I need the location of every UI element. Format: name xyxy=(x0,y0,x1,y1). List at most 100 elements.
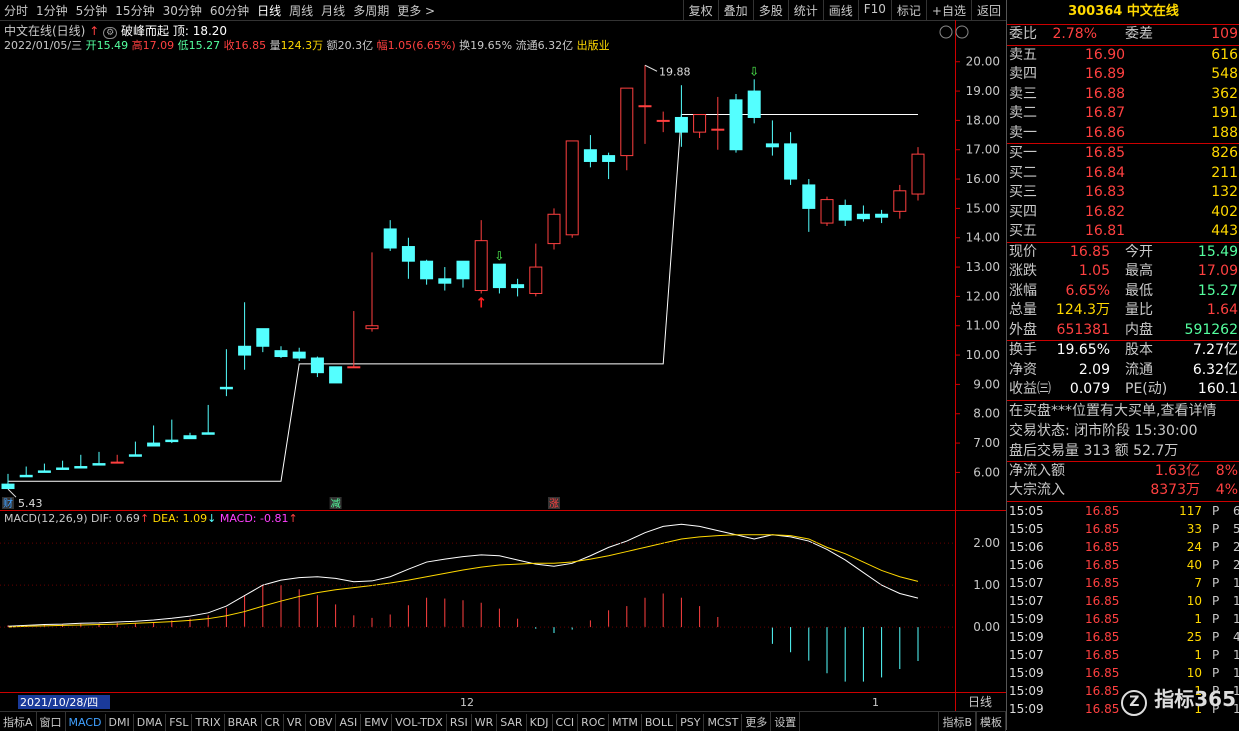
candle-body[interactable] xyxy=(128,454,142,457)
buy-row[interactable]: 买一 16.85 826 xyxy=(1007,144,1239,164)
candle-body[interactable] xyxy=(1,483,15,490)
candle-body[interactable] xyxy=(856,213,870,220)
indicator-tab[interactable]: BOLL xyxy=(642,714,678,731)
candle-body[interactable] xyxy=(693,114,707,133)
candle-body[interactable] xyxy=(183,435,197,440)
indicator-tab[interactable]: SAR xyxy=(497,714,527,731)
toolbar-button[interactable]: 统计 xyxy=(787,0,823,20)
indicator-tab[interactable]: DMA xyxy=(134,714,167,731)
candle-body[interactable] xyxy=(529,266,543,294)
indicator-tab[interactable]: FSL xyxy=(166,714,193,731)
indicator-tab[interactable]: VR xyxy=(284,714,307,731)
indicator-tab[interactable]: VOL-TDX xyxy=(392,714,447,731)
indicator-tab[interactable]: WR xyxy=(472,714,498,731)
indicator-tab[interactable]: MACD xyxy=(66,714,106,731)
candle-body[interactable] xyxy=(765,143,779,148)
indicator-tab[interactable]: KDJ xyxy=(527,714,553,731)
sell-row[interactable]: 卖三 16.88 362 xyxy=(1007,85,1239,105)
indicator-tab[interactable]: EMV xyxy=(361,714,393,731)
period-tab[interactable]: 1分钟 xyxy=(36,2,68,19)
indicator-tab[interactable]: 更多 xyxy=(742,712,772,731)
candle-body[interactable] xyxy=(838,204,852,221)
indicator-tab[interactable]: 设置 xyxy=(771,712,801,731)
indicator-tab[interactable]: CCI xyxy=(553,714,579,731)
candle-body[interactable] xyxy=(747,90,761,118)
candle-body[interactable] xyxy=(784,143,798,180)
settings-circle-icon[interactable] xyxy=(955,25,969,39)
candle-body[interactable] xyxy=(802,184,816,209)
toolbar-button[interactable]: 复权 xyxy=(682,0,718,20)
candle-body[interactable] xyxy=(92,463,106,466)
indicator-tab[interactable]: MCST xyxy=(704,714,743,731)
buy-row[interactable]: 买二 16.84 211 xyxy=(1007,164,1239,184)
candle-body[interactable] xyxy=(238,345,252,356)
candle-body[interactable] xyxy=(674,116,688,133)
indicator-tab[interactable]: ASI xyxy=(336,714,362,731)
candle-body[interactable] xyxy=(165,439,179,443)
period-tab[interactable]: 15分钟 xyxy=(115,2,154,19)
kline-chart[interactable]: 20.0019.0018.0017.0016.0015.0014.0013.00… xyxy=(0,20,1006,711)
candle-body[interactable] xyxy=(711,128,725,131)
indicator-tab[interactable]: 模板 xyxy=(976,712,1006,731)
candle-body[interactable] xyxy=(201,432,215,435)
candle-body[interactable] xyxy=(911,153,925,195)
candle-body[interactable] xyxy=(875,213,889,218)
period-tab[interactable]: 60分钟 xyxy=(210,2,249,19)
toolbar-button[interactable]: F10 xyxy=(857,0,891,20)
toolbar-button[interactable]: +自选 xyxy=(925,0,971,20)
indicator-tab[interactable]: 窗口 xyxy=(37,712,66,731)
indicator-tab[interactable]: TRIX xyxy=(192,714,225,731)
candle-body[interactable] xyxy=(820,199,834,224)
indicator-tab[interactable]: CR xyxy=(262,714,284,731)
candle-body[interactable] xyxy=(583,149,597,162)
period-tab[interactable]: 分时 xyxy=(4,2,28,19)
indicator-tab[interactable]: OBV xyxy=(306,714,337,731)
candle-body[interactable] xyxy=(511,284,525,289)
buy-row[interactable]: 买四 16.82 402 xyxy=(1007,203,1239,223)
toolbar-button[interactable]: 画线 xyxy=(822,0,858,20)
candle-body[interactable] xyxy=(256,328,270,347)
period-tab[interactable]: 30分钟 xyxy=(163,2,202,19)
candle-body[interactable] xyxy=(365,325,379,330)
candle-body[interactable] xyxy=(456,260,470,280)
toolbar-button[interactable]: 返回 xyxy=(970,0,1006,20)
period-tab[interactable]: 5分钟 xyxy=(76,2,108,19)
candle-body[interactable] xyxy=(19,474,33,478)
candle-body[interactable] xyxy=(37,470,51,473)
candle-body[interactable] xyxy=(310,357,324,374)
candle-body[interactable] xyxy=(656,119,670,122)
candle-body[interactable] xyxy=(74,466,88,469)
sell-row[interactable]: 卖一 16.86 188 xyxy=(1007,124,1239,144)
sell-row[interactable]: 卖二 16.87 191 xyxy=(1007,104,1239,124)
buy-row[interactable]: 买三 16.83 132 xyxy=(1007,183,1239,203)
candle-body[interactable] xyxy=(547,213,561,245)
candle-body[interactable] xyxy=(219,386,233,390)
toolbar-button[interactable]: 标记 xyxy=(890,0,926,20)
candle-body[interactable] xyxy=(620,87,634,157)
candle-body[interactable] xyxy=(474,240,488,292)
candle-body[interactable] xyxy=(492,263,506,289)
indicator-tab[interactable]: 指标B xyxy=(938,712,976,731)
candle-body[interactable] xyxy=(329,366,343,384)
toolbar-button[interactable]: 多股 xyxy=(752,0,788,20)
candle-body[interactable] xyxy=(56,467,70,470)
candle-body[interactable] xyxy=(401,246,415,262)
candle-body[interactable] xyxy=(893,190,907,212)
candle-body[interactable] xyxy=(638,105,652,108)
buy-row[interactable]: 买五 16.81 443 xyxy=(1007,222,1239,242)
message-line[interactable]: 在买盘***位置有大买单,查看详情 xyxy=(1007,401,1239,421)
period-tab[interactable]: 日线 xyxy=(257,2,281,19)
candle-body[interactable] xyxy=(729,99,743,151)
candle-body[interactable] xyxy=(110,461,124,464)
candle-body[interactable] xyxy=(438,278,452,284)
candle-body[interactable] xyxy=(274,350,288,358)
candle-body[interactable] xyxy=(420,260,434,280)
indicator-tab[interactable]: PSY xyxy=(677,714,705,731)
toolbar-button[interactable]: 叠加 xyxy=(717,0,753,20)
candle-body[interactable] xyxy=(147,442,161,447)
period-tab[interactable]: 更多 > xyxy=(397,2,435,19)
indicator-tab[interactable]: ROC xyxy=(578,714,610,731)
period-tab[interactable]: 周线 xyxy=(289,2,313,19)
candle-body[interactable] xyxy=(347,366,361,369)
sell-row[interactable]: 卖五 16.90 616 xyxy=(1007,46,1239,66)
